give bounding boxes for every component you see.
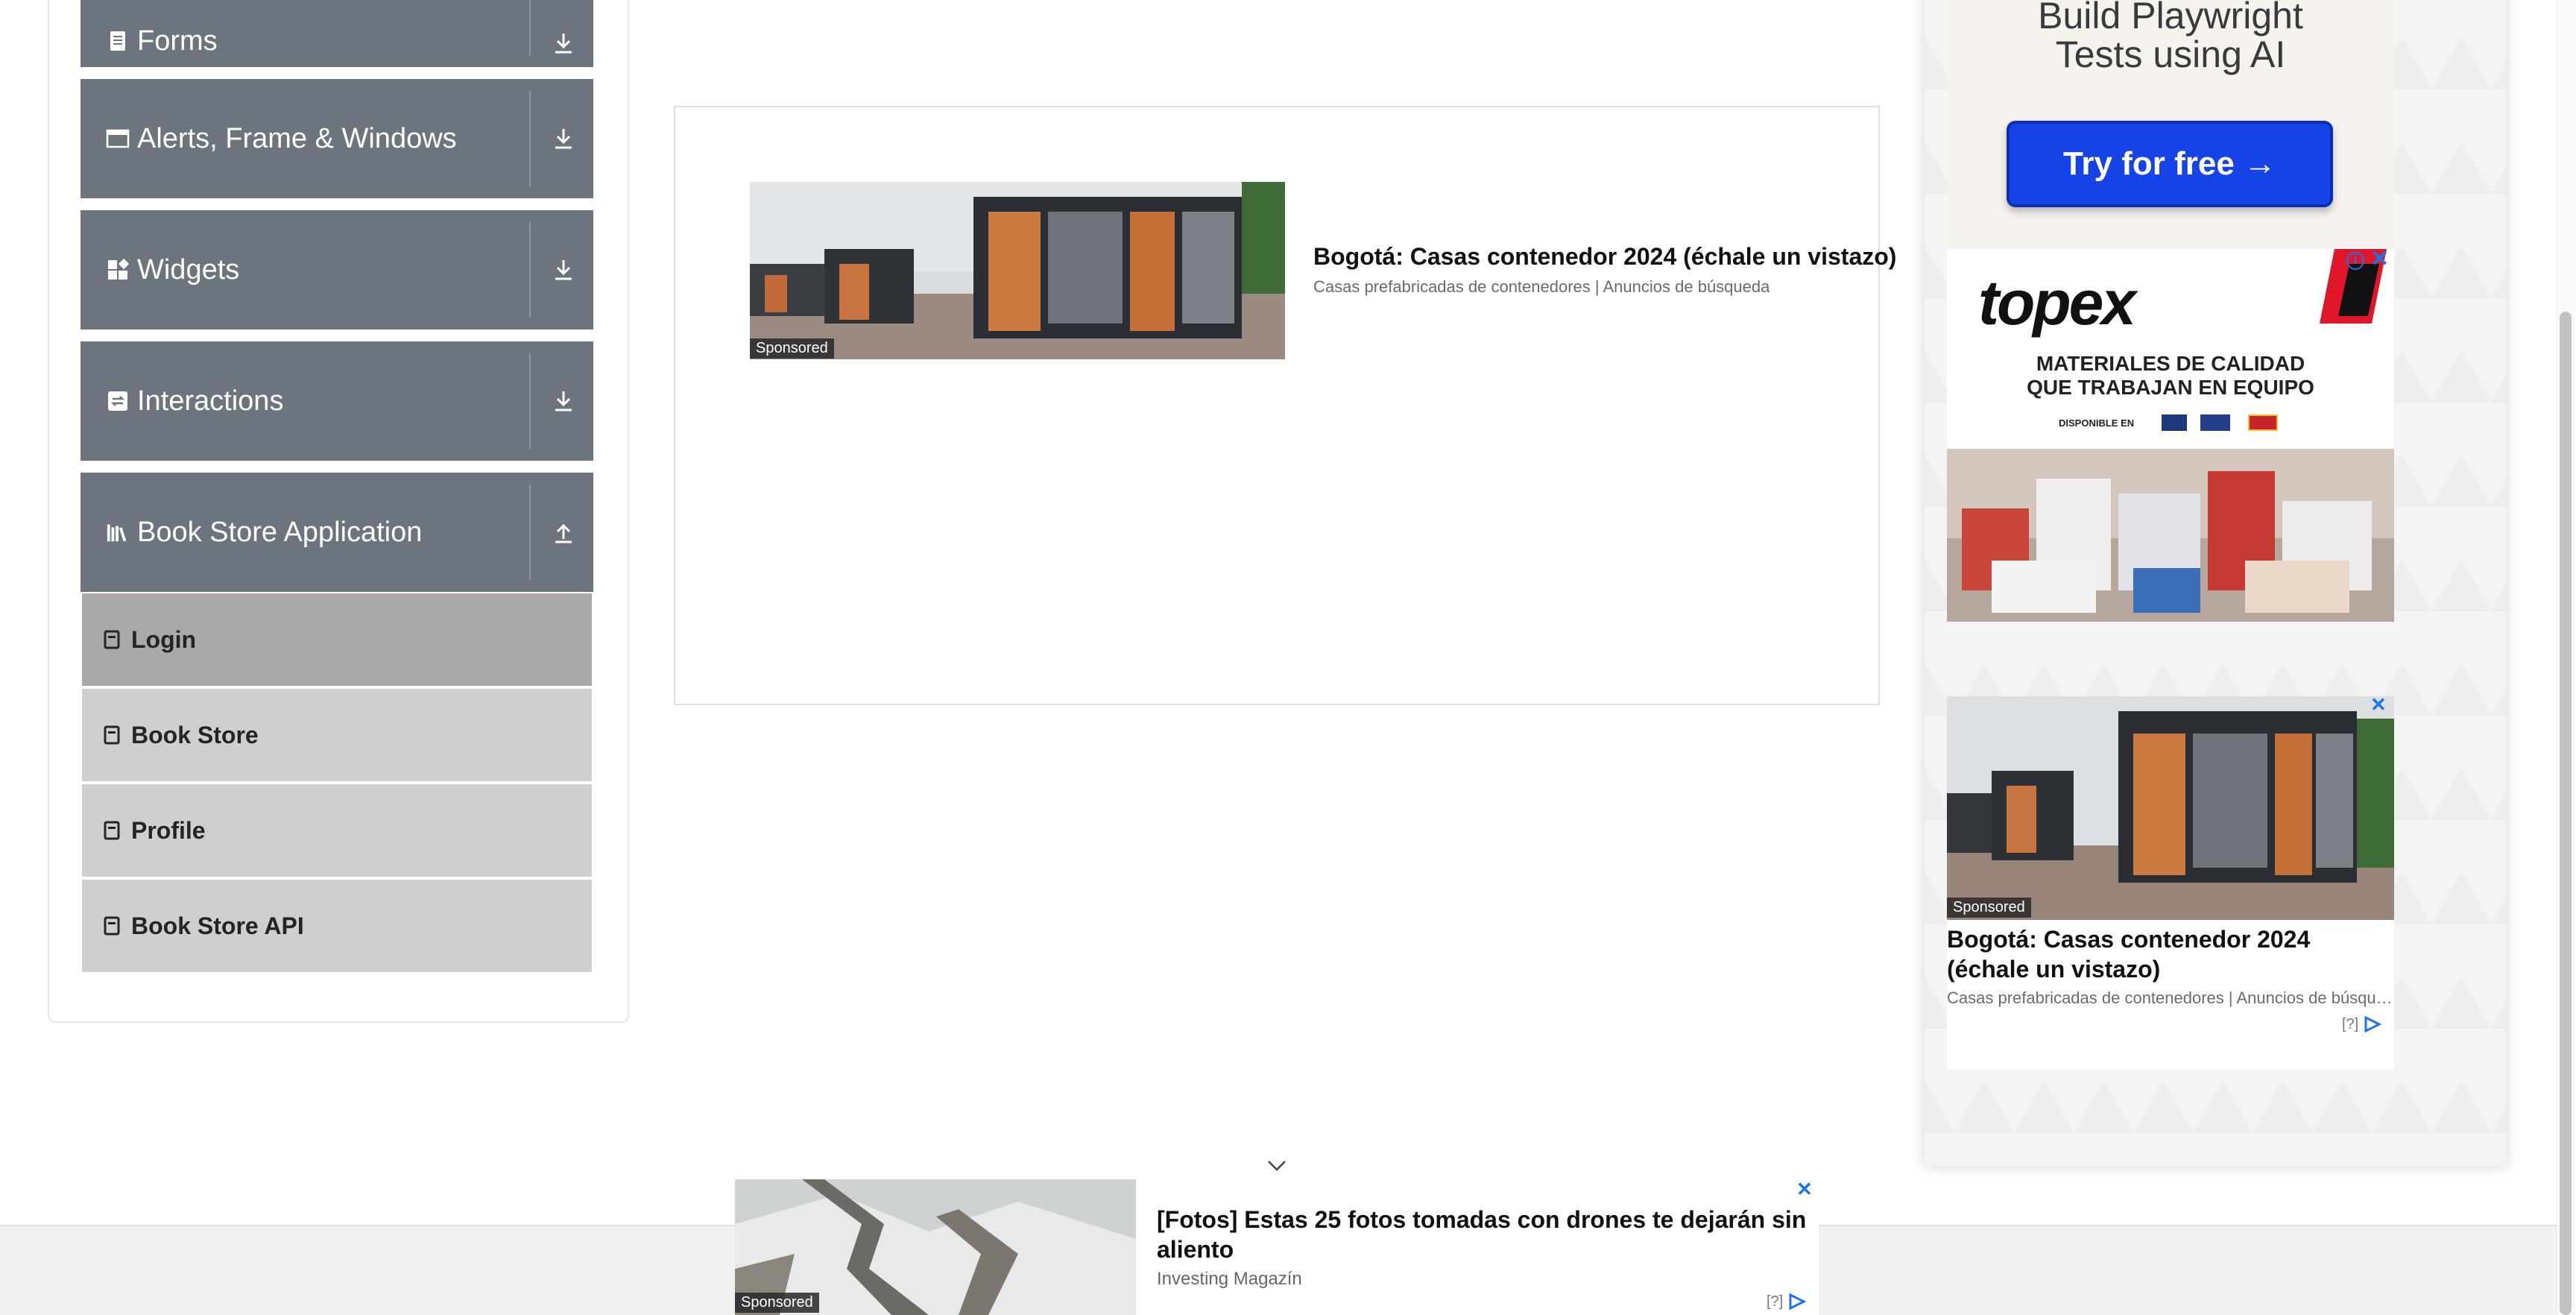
divider: [529, 91, 531, 186]
menu-item-book-store[interactable]: Book Store: [82, 689, 592, 781]
menu-item-label: Book Store: [131, 721, 259, 748]
menu-group-widgets[interactable]: Widgets: [80, 210, 593, 329]
upload-arrow-icon[interactable]: [547, 516, 580, 549]
adchoices[interactable]: [?]: [2342, 1015, 2382, 1033]
topex-available-in: DISPONIBLE EN: [2059, 417, 2135, 429]
help-link[interactable]: [?]: [2342, 1016, 2358, 1033]
bottom-ad-title[interactable]: [Fotos] Estas 25 fotos tomadas con drone…: [1157, 1205, 1813, 1264]
container-house-image[interactable]: [1947, 696, 2394, 920]
sponsored-label: Sponsored: [750, 338, 834, 359]
menu-item-book-store-api[interactable]: Book Store API: [82, 880, 592, 972]
close-icon[interactable]: ✕: [2370, 246, 2389, 272]
download-arrow-icon[interactable]: [547, 385, 580, 417]
window-icon: [106, 127, 130, 151]
menu-item-label: Profile: [131, 816, 206, 844]
download-arrow-icon[interactable]: [547, 122, 580, 155]
playwright-ad-title-line1: Build Playwright: [2038, 0, 2303, 37]
adchoices[interactable]: [?]: [1767, 1293, 1807, 1311]
menu-item-label: Login: [131, 625, 197, 653]
menu-group-title: Alerts, Frame & Windows: [137, 122, 457, 154]
info-icon[interactable]: i: [2346, 252, 2364, 270]
menu-item-login[interactable]: Login: [82, 593, 592, 686]
container-house-image[interactable]: [750, 182, 1285, 359]
center-ad-title[interactable]: Bogotá: Casas contenedor 2024 (échale un…: [1313, 243, 1896, 271]
playwright-ad-title-line2: Tests using AI: [2055, 34, 2286, 75]
menu-group-book-store-application[interactable]: Book Store Application: [80, 473, 593, 592]
topex-tagline-2: QUE TRABAJAN EN EQUIPO: [2027, 376, 2314, 399]
menu-item-label: Book Store API: [131, 912, 304, 939]
interactions-icon: [106, 389, 130, 413]
adchoices-icon: [1789, 1293, 1807, 1311]
menu-group-interactions[interactable]: Interactions: [80, 341, 593, 461]
topex-tagline-1: MATERIALES DE CALIDAD: [2036, 352, 2305, 375]
book-icon: [103, 725, 121, 745]
scrollbar-thumb[interactable]: [2560, 312, 2572, 1315]
book-icon: [103, 915, 121, 936]
sponsored-label: Sponsored: [1947, 898, 2031, 918]
form-icon: [106, 29, 130, 53]
close-icon[interactable]: ✕: [1796, 1178, 1813, 1201]
menu-item-profile[interactable]: Profile: [82, 784, 592, 877]
bottom-ad-source[interactable]: Investing Magazín: [1157, 1269, 1302, 1290]
side-ad-description[interactable]: Casas prefabricadas de contenedores | An…: [1947, 988, 2394, 1008]
menu-group-title: Widgets: [137, 253, 240, 286]
book-icon: [103, 629, 121, 650]
collapse-chevron-icon[interactable]: [1266, 1154, 1288, 1176]
divider: [529, 485, 531, 580]
divider: [529, 222, 531, 318]
books-icon: [106, 520, 130, 544]
menu-group-title: Interactions: [137, 385, 284, 417]
menu-group-forms[interactable]: Forms: [80, 0, 593, 67]
menu-group-title: Forms: [137, 25, 218, 57]
side-ad-title[interactable]: Bogotá: Casas contenedor 2024 (échale un…: [1947, 924, 2394, 984]
help-link[interactable]: [?]: [1767, 1293, 1783, 1311]
topex-logo: topex: [1978, 268, 2136, 338]
book-icon: [103, 820, 121, 841]
store-logo: [2162, 414, 2187, 431]
store-logo: [2200, 414, 2230, 431]
download-arrow-icon[interactable]: [547, 27, 580, 60]
menu-group-alerts[interactable]: Alerts, Frame & Windows: [80, 79, 593, 198]
page: Forms Alerts, Frame & Windows Widgets In…: [0, 0, 2576, 1315]
try-for-free-button[interactable]: Try for free →: [2007, 121, 2333, 207]
close-icon[interactable]: ✕: [2370, 693, 2387, 716]
store-logo: [2248, 414, 2278, 431]
sponsored-label: Sponsored: [735, 1293, 819, 1313]
topex-products-image: [1947, 449, 2394, 622]
menu-group-title: Book Store Application: [137, 516, 423, 548]
divider: [529, 353, 531, 449]
adchoices-icon: [2364, 1015, 2382, 1033]
center-ad-description[interactable]: Casas prefabricadas de contenedores | An…: [1313, 277, 1770, 297]
download-arrow-icon[interactable]: [547, 253, 580, 286]
widgets-icon: [106, 258, 130, 282]
divider: [529, 0, 531, 55]
